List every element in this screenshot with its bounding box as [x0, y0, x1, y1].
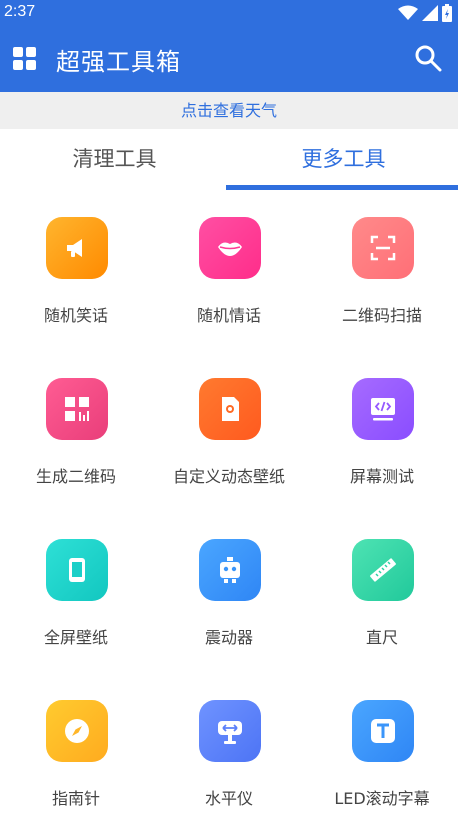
tool-label: 指南针	[51, 789, 100, 808]
tool-custom-wallpaper[interactable]: 自定义动态壁纸	[153, 352, 305, 512]
tool-label: 屏幕测试	[349, 467, 414, 486]
wallpaper-icon	[199, 378, 261, 440]
tool-label: 随机笑话	[43, 306, 108, 325]
status-icons	[398, 4, 452, 22]
tool-compass[interactable]: 指南针	[0, 674, 152, 834]
scan-icon	[352, 217, 414, 279]
app-bar: 超强工具箱	[0, 26, 458, 92]
status-time: 2:37	[4, 3, 36, 20]
tool-random-love-words[interactable]: 随机情话	[153, 191, 305, 351]
tool-label: 震动器	[204, 628, 253, 647]
tool-vibrator[interactable]: 震动器	[153, 513, 305, 673]
tool-qr-scan[interactable]: 二维码扫描	[306, 191, 458, 351]
wifi-icon	[398, 5, 418, 20]
tool-fullscreen-wallpaper[interactable]: 全屏壁纸	[0, 513, 152, 673]
qrcode-icon	[46, 378, 108, 440]
tool-screen-test[interactable]: 屏幕测试	[306, 352, 458, 512]
tool-label: 直尺	[365, 628, 398, 647]
level-icon	[199, 700, 261, 762]
text-icon	[352, 700, 414, 762]
tool-label: LED滚动字幕	[334, 789, 430, 808]
signal-icon	[422, 5, 438, 21]
tab-bar: 清理工具 更多工具	[0, 129, 458, 191]
tool-generate-qr[interactable]: 生成二维码	[0, 352, 152, 512]
grid-menu-icon[interactable]	[12, 46, 38, 72]
search-icon[interactable]	[414, 44, 442, 72]
tool-led-scroll-text[interactable]: LED滚动字幕	[306, 674, 458, 834]
tool-random-joke[interactable]: 随机笑话	[0, 191, 152, 351]
app-title: 超强工具箱	[56, 48, 181, 76]
weather-link[interactable]: 点击查看天气	[0, 92, 458, 129]
tool-label: 生成二维码	[35, 467, 116, 486]
phone-icon	[46, 539, 108, 601]
tab-clean-tools[interactable]: 清理工具	[0, 129, 229, 191]
ruler-icon	[352, 539, 414, 601]
compass-icon	[46, 700, 108, 762]
lips-icon	[199, 217, 261, 279]
tool-level[interactable]: 水平仪	[153, 674, 305, 834]
megaphone-icon	[46, 217, 108, 279]
robot-icon	[199, 539, 261, 601]
battery-icon	[442, 4, 452, 22]
tool-label: 全屏壁纸	[43, 628, 108, 647]
tool-label: 自定义动态壁纸	[172, 467, 285, 486]
code-screen-icon	[352, 378, 414, 440]
tool-label: 二维码扫描	[341, 306, 422, 325]
tab-more-tools[interactable]: 更多工具	[229, 129, 458, 191]
tool-label: 随机情话	[196, 306, 261, 325]
status-bar: 2:37	[0, 0, 458, 26]
tab-indicator	[226, 185, 458, 190]
tool-label: 水平仪	[204, 789, 253, 808]
tool-ruler[interactable]: 直尺	[306, 513, 458, 673]
